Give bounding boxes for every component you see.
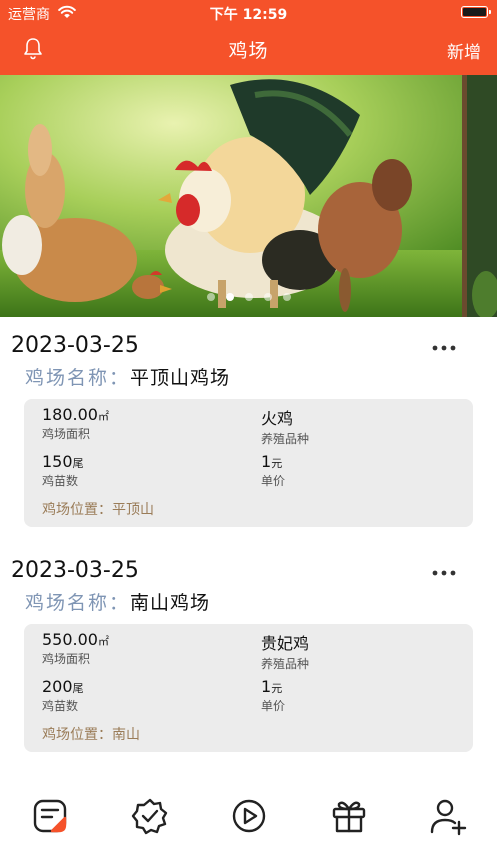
carousel-dot[interactable] bbox=[282, 293, 291, 301]
record-date: 2023-03-25 bbox=[11, 558, 139, 583]
area-label: 鸡场面积 bbox=[42, 427, 91, 441]
status-time: 下午 12:59 bbox=[209, 7, 288, 23]
farm-location: 鸡场位置：南山 bbox=[42, 724, 140, 744]
breed-cell: 火鸡 养殖品种 bbox=[261, 405, 309, 447]
breed-label: 养殖品种 bbox=[261, 432, 310, 446]
chicks-unit: 尾 bbox=[72, 457, 84, 470]
battery-icon bbox=[461, 6, 491, 18]
tab-gifts[interactable] bbox=[329, 796, 369, 836]
tab-notes[interactable] bbox=[30, 796, 70, 836]
status-bar: 运营商 下午 12:59 bbox=[0, 0, 497, 26]
carousel-dot[interactable] bbox=[244, 293, 253, 301]
note-icon bbox=[33, 799, 67, 833]
price-label: 单价 bbox=[261, 699, 286, 713]
chicks-value: 150 bbox=[42, 452, 73, 471]
area-cell: 180.00㎡ 鸡场面积 bbox=[42, 405, 109, 442]
chicks-label: 鸡苗数 bbox=[42, 699, 79, 713]
chicks-cell: 150尾 鸡苗数 bbox=[42, 452, 84, 489]
play-circle-icon bbox=[232, 799, 266, 833]
area-label: 鸡场面积 bbox=[42, 652, 91, 666]
page-title: 鸡场 bbox=[228, 40, 269, 62]
chicks-unit: 尾 bbox=[72, 682, 84, 695]
breed-value: 贵妃鸡 bbox=[261, 634, 310, 653]
price-value: 1 bbox=[261, 452, 272, 471]
area-unit: ㎡ bbox=[97, 635, 109, 648]
more-options-icon[interactable] bbox=[431, 568, 457, 578]
farm-card[interactable]: 2023-03-25 鸡场名称：南山鸡场 550.00㎡ 鸡场面积 贵妃鸡 养殖… bbox=[0, 558, 497, 758]
gift-icon bbox=[332, 801, 366, 833]
location-value: 平顶山 bbox=[112, 502, 154, 518]
farm-name: 南山鸡场 bbox=[130, 592, 211, 614]
farm-name: 平顶山鸡场 bbox=[130, 367, 231, 389]
add-user-icon bbox=[430, 799, 467, 836]
tab-video[interactable] bbox=[229, 796, 269, 836]
farm-name-row: 鸡场名称：平顶山鸡场 bbox=[25, 363, 230, 390]
farm-location: 鸡场位置：平顶山 bbox=[42, 499, 154, 519]
price-unit: 元 bbox=[271, 682, 283, 695]
tab-certified[interactable] bbox=[130, 796, 170, 836]
farm-name-row: 鸡场名称：南山鸡场 bbox=[25, 588, 210, 615]
farm-details-box: 550.00㎡ 鸡场面积 贵妃鸡 养殖品种 200尾 鸡苗数 1元 单价 鸡场位… bbox=[24, 624, 473, 752]
price-cell: 1元 单价 bbox=[261, 452, 285, 489]
farm-details-box: 180.00㎡ 鸡场面积 火鸡 养殖品种 150尾 鸡苗数 1元 单价 鸡场位置… bbox=[24, 399, 473, 527]
location-label: 鸡场位置： bbox=[42, 727, 112, 743]
area-value: 550.00 bbox=[42, 630, 98, 649]
carousel-dot-active[interactable] bbox=[225, 293, 234, 301]
area-value: 180.00 bbox=[42, 405, 98, 424]
area-cell: 550.00㎡ 鸡场面积 bbox=[42, 630, 109, 667]
carousel-dot[interactable] bbox=[206, 293, 215, 301]
chickens-banner-image bbox=[0, 75, 497, 317]
location-value: 南山 bbox=[112, 727, 140, 743]
price-cell: 1元 单价 bbox=[261, 677, 285, 714]
location-label: 鸡场位置： bbox=[42, 502, 112, 518]
chicks-value: 200 bbox=[42, 677, 73, 696]
breed-label: 养殖品种 bbox=[261, 657, 310, 671]
record-date: 2023-03-25 bbox=[11, 333, 139, 358]
add-farm-button[interactable]: 新增 bbox=[447, 38, 481, 63]
breed-value: 火鸡 bbox=[261, 409, 294, 428]
price-unit: 元 bbox=[271, 457, 283, 470]
chicks-cell: 200尾 鸡苗数 bbox=[42, 677, 84, 714]
badge-check-icon bbox=[131, 798, 168, 835]
price-value: 1 bbox=[261, 677, 272, 696]
more-options-icon[interactable] bbox=[431, 343, 457, 353]
breed-cell: 贵妃鸡 养殖品种 bbox=[261, 630, 309, 672]
farm-card[interactable]: 2023-03-25 鸡场名称：平顶山鸡场 180.00㎡ 鸡场面积 火鸡 养殖… bbox=[0, 333, 497, 533]
chicks-label: 鸡苗数 bbox=[42, 474, 79, 488]
carousel-indicators bbox=[0, 293, 497, 303]
carousel-dot[interactable] bbox=[263, 293, 272, 301]
farm-name-label: 鸡场名称： bbox=[25, 592, 131, 614]
bottom-tab-bar bbox=[0, 790, 497, 850]
app-header: 运营商 下午 12:59 鸡场 新增 bbox=[0, 0, 497, 75]
banner-carousel[interactable] bbox=[0, 75, 497, 317]
price-label: 单价 bbox=[261, 474, 286, 488]
farm-name-label: 鸡场名称： bbox=[25, 367, 131, 389]
tab-add-user[interactable] bbox=[428, 796, 468, 836]
area-unit: ㎡ bbox=[97, 410, 109, 423]
